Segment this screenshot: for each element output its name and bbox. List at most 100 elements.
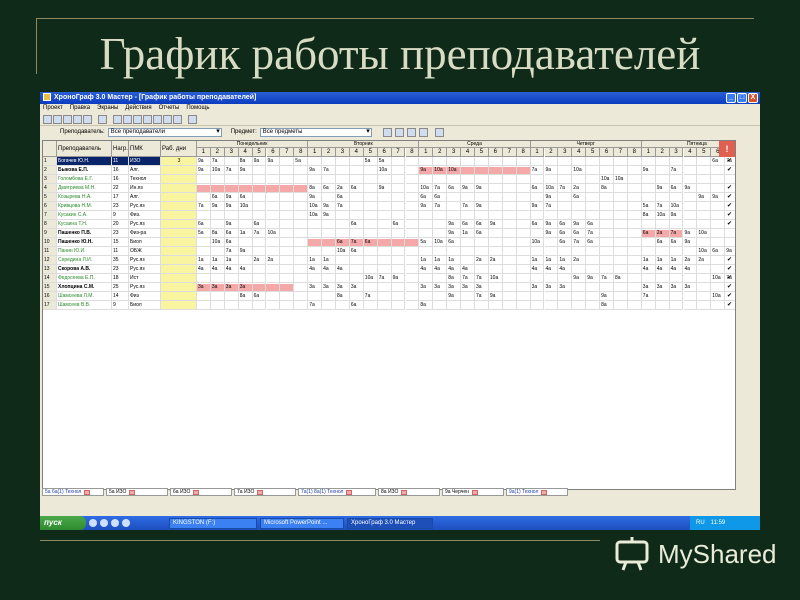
schedule-cell[interactable]: 3а	[558, 283, 573, 292]
schedule-cell[interactable]	[363, 256, 378, 265]
schedule-cell[interactable]	[600, 265, 614, 274]
teacher-name[interactable]: Пашенко П.В.	[57, 229, 112, 238]
schedule-cell[interactable]: 9а	[725, 247, 735, 256]
schedule-cell[interactable]: 10а	[419, 184, 434, 193]
schedule-cell[interactable]: 9а	[600, 292, 614, 301]
menu-help[interactable]: Помощь	[186, 104, 209, 113]
schedule-cell[interactable]	[614, 211, 628, 220]
schedule-cell[interactable]	[377, 292, 392, 301]
schedule-cell[interactable]	[627, 184, 642, 193]
schedule-cell[interactable]	[294, 175, 309, 184]
schedule-cell[interactable]	[391, 193, 406, 202]
menu-screens[interactable]: Экраны	[97, 104, 118, 113]
schedule-cell[interactable]	[336, 175, 350, 184]
schedule-cell[interactable]	[322, 193, 336, 202]
schedule-cell[interactable]: 4а	[461, 265, 475, 274]
schedule-cell[interactable]: 9а	[322, 202, 336, 211]
schedule-cell[interactable]	[280, 229, 295, 238]
schedule-cell[interactable]	[294, 283, 309, 292]
schedule-cell[interactable]	[530, 193, 545, 202]
schedule-cell[interactable]	[363, 193, 378, 202]
schedule-cell[interactable]	[586, 265, 601, 274]
schedule-cell[interactable]: 1а	[322, 256, 336, 265]
schedule-cell[interactable]	[641, 238, 656, 247]
schedule-cell[interactable]	[377, 202, 392, 211]
schedule-cell[interactable]: 1а	[433, 256, 448, 265]
schedule-cell[interactable]	[711, 211, 726, 220]
schedule-cell[interactable]: 9а	[224, 202, 239, 211]
schedule-cell[interactable]	[210, 301, 225, 310]
schedule-cell[interactable]	[363, 184, 378, 193]
lesson-chip[interactable]: 6а ИЗО	[170, 488, 232, 496]
schedule-cell[interactable]: 9а	[544, 220, 559, 229]
schedule-cell[interactable]	[655, 193, 670, 202]
schedule-cell[interactable]	[252, 202, 267, 211]
schedule-cell[interactable]	[266, 292, 281, 301]
schedule-cell[interactable]	[488, 238, 503, 247]
schedule-cell[interactable]: 10а	[266, 229, 281, 238]
schedule-cell[interactable]	[586, 202, 601, 211]
schedule-cell[interactable]: 2а	[488, 256, 503, 265]
schedule-cell[interactable]	[210, 220, 225, 229]
schedule-cell[interactable]: 8а	[419, 301, 434, 310]
schedule-cell[interactable]: 3а	[419, 283, 434, 292]
schedule-cell[interactable]	[266, 166, 281, 175]
schedule-cell[interactable]	[363, 211, 378, 220]
schedule-cell[interactable]	[419, 175, 434, 184]
schedule-cell[interactable]	[655, 175, 670, 184]
lesson-chip[interactable]: 5а ИЗО	[106, 488, 168, 496]
schedule-cell[interactable]: 5а	[419, 238, 434, 247]
schedule-cell[interactable]: 9а	[641, 166, 656, 175]
schedule-cell[interactable]: 10а	[530, 238, 545, 247]
schedule-cell[interactable]	[614, 202, 628, 211]
schedule-cell[interactable]	[280, 184, 295, 193]
schedule-cell[interactable]	[641, 220, 656, 229]
schedule-cell[interactable]	[697, 202, 712, 211]
schedule-cell[interactable]	[488, 202, 503, 211]
schedule-cell[interactable]	[377, 283, 392, 292]
schedule-cell[interactable]	[391, 202, 406, 211]
filter-tool-icon-3[interactable]	[406, 127, 416, 137]
schedule-cell[interactable]: 9а	[544, 229, 559, 238]
schedule-cell[interactable]	[349, 292, 364, 301]
schedule-cell[interactable]	[627, 193, 642, 202]
schedule-cell[interactable]	[280, 265, 295, 274]
schedule-cell[interactable]	[252, 301, 267, 310]
menu-project[interactable]: Проект	[43, 104, 63, 113]
folder-icon[interactable]	[123, 114, 132, 124]
schedule-cell[interactable]	[405, 274, 420, 283]
schedule-cell[interactable]	[683, 211, 698, 220]
schedule-cell[interactable]	[405, 229, 420, 238]
schedule-cell[interactable]	[530, 211, 545, 220]
schedule-cell[interactable]	[336, 157, 350, 166]
schedule-cell[interactable]: 10а	[614, 175, 628, 184]
schedule-cell[interactable]: 6а	[322, 184, 336, 193]
schedule-cell[interactable]: 9а	[475, 202, 489, 211]
schedule-cell[interactable]	[405, 247, 420, 256]
schedule-cell[interactable]: 9а	[238, 166, 253, 175]
schedule-cell[interactable]	[641, 247, 656, 256]
schedule-cell[interactable]	[475, 301, 489, 310]
schedule-cell[interactable]: 3а	[322, 283, 336, 292]
schedule-cell[interactable]: 6а	[447, 184, 462, 193]
schedule-cell[interactable]	[516, 283, 531, 292]
schedule-cell[interactable]	[558, 175, 573, 184]
schedule-cell[interactable]: 10а	[363, 274, 378, 283]
schedule-cell[interactable]	[405, 301, 420, 310]
schedule-cell[interactable]: 3а	[544, 283, 559, 292]
schedule-cell[interactable]	[197, 301, 211, 310]
schedule-cell[interactable]	[502, 274, 517, 283]
schedule-cell[interactable]	[405, 211, 420, 220]
schedule-cell[interactable]	[600, 157, 614, 166]
schedule-cell[interactable]	[461, 166, 475, 175]
schedule-cell[interactable]	[197, 184, 211, 193]
schedule-cell[interactable]	[530, 247, 545, 256]
schedule-cell[interactable]	[614, 193, 628, 202]
schedule-cell[interactable]	[280, 274, 295, 283]
schedule-cell[interactable]	[252, 184, 267, 193]
schedule-cell[interactable]: 6а	[558, 229, 573, 238]
schedule-cell[interactable]	[238, 238, 253, 247]
warning-flag[interactable]: !	[719, 141, 735, 157]
schedule-cell[interactable]	[530, 157, 545, 166]
schedule-cell[interactable]	[711, 220, 726, 229]
